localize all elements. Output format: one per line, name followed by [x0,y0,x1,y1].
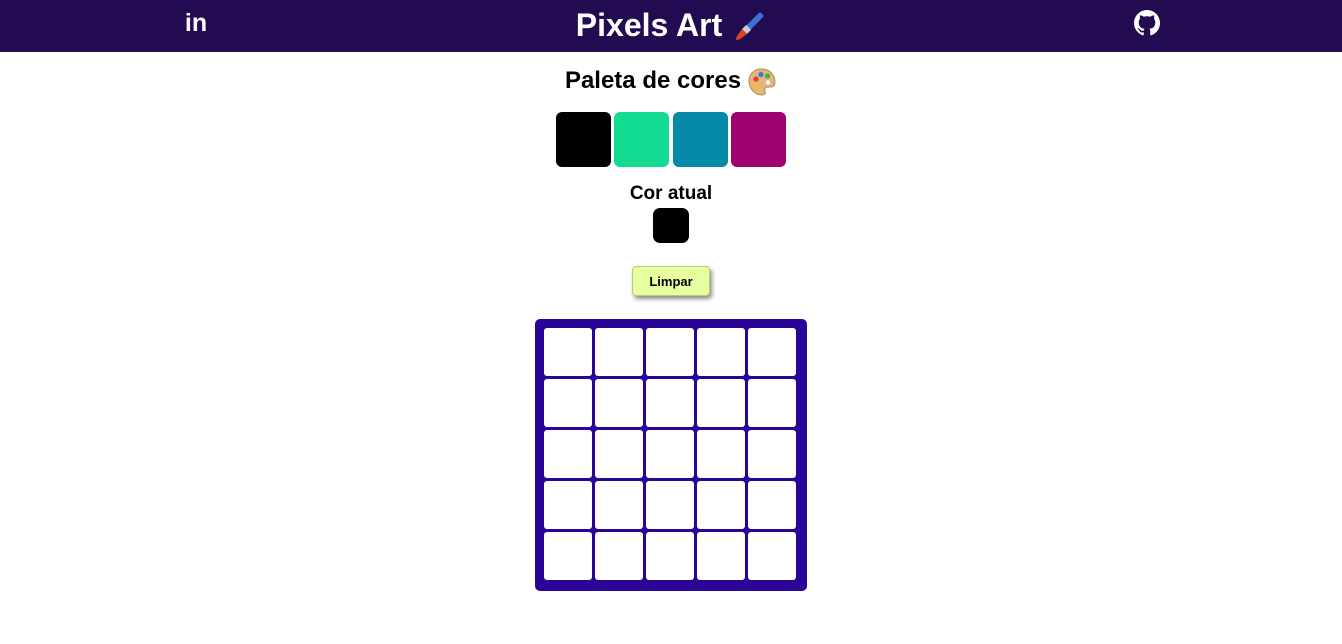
pixel-cell[interactable] [748,379,796,427]
pixel-cell[interactable] [595,430,643,478]
pixel-cell[interactable] [748,481,796,529]
artist-palette-icon [748,68,776,96]
pixel-cell[interactable] [646,481,694,529]
pixel-cell[interactable] [595,532,643,580]
pixel-cell[interactable] [697,532,745,580]
pixel-cell[interactable] [646,430,694,478]
header: in Pixels Art [0,0,1342,52]
pixel-cell[interactable] [544,532,592,580]
pixel-cell[interactable] [697,328,745,376]
pixel-cell[interactable] [544,379,592,427]
pixel-cell[interactable] [595,328,643,376]
clear-button[interactable]: Limpar [632,266,710,296]
pixel-cell[interactable] [748,328,796,376]
pixel-cell[interactable] [544,481,592,529]
pixel-cell[interactable] [595,379,643,427]
color-swatch-green[interactable] [614,112,669,167]
pixel-cell[interactable] [748,430,796,478]
pixel-cell[interactable] [748,532,796,580]
paint-brush-icon [736,12,764,40]
pixel-cell[interactable] [646,328,694,376]
pixel-cell[interactable] [544,430,592,478]
color-palette [556,112,788,168]
pixel-cell[interactable] [697,430,745,478]
pixel-cell[interactable] [646,379,694,427]
pixel-cell[interactable] [595,481,643,529]
color-swatch-black[interactable] [556,112,611,167]
current-color-label: Cor atual [629,183,713,204]
palette-title: Paleta de cores [0,64,1342,98]
github-icon[interactable] [1134,10,1160,36]
pixel-cell[interactable] [646,532,694,580]
palette-title-text: Paleta de cores [564,67,742,94]
color-swatch-magenta[interactable] [731,112,786,167]
pixel-cell[interactable] [697,481,745,529]
page-title-text: Pixels Art [575,7,723,43]
pixel-cell[interactable] [697,379,745,427]
current-color-indicator [653,208,689,243]
pixel-cell[interactable] [544,328,592,376]
pixel-board [535,319,807,591]
color-swatch-teal[interactable] [673,112,728,167]
